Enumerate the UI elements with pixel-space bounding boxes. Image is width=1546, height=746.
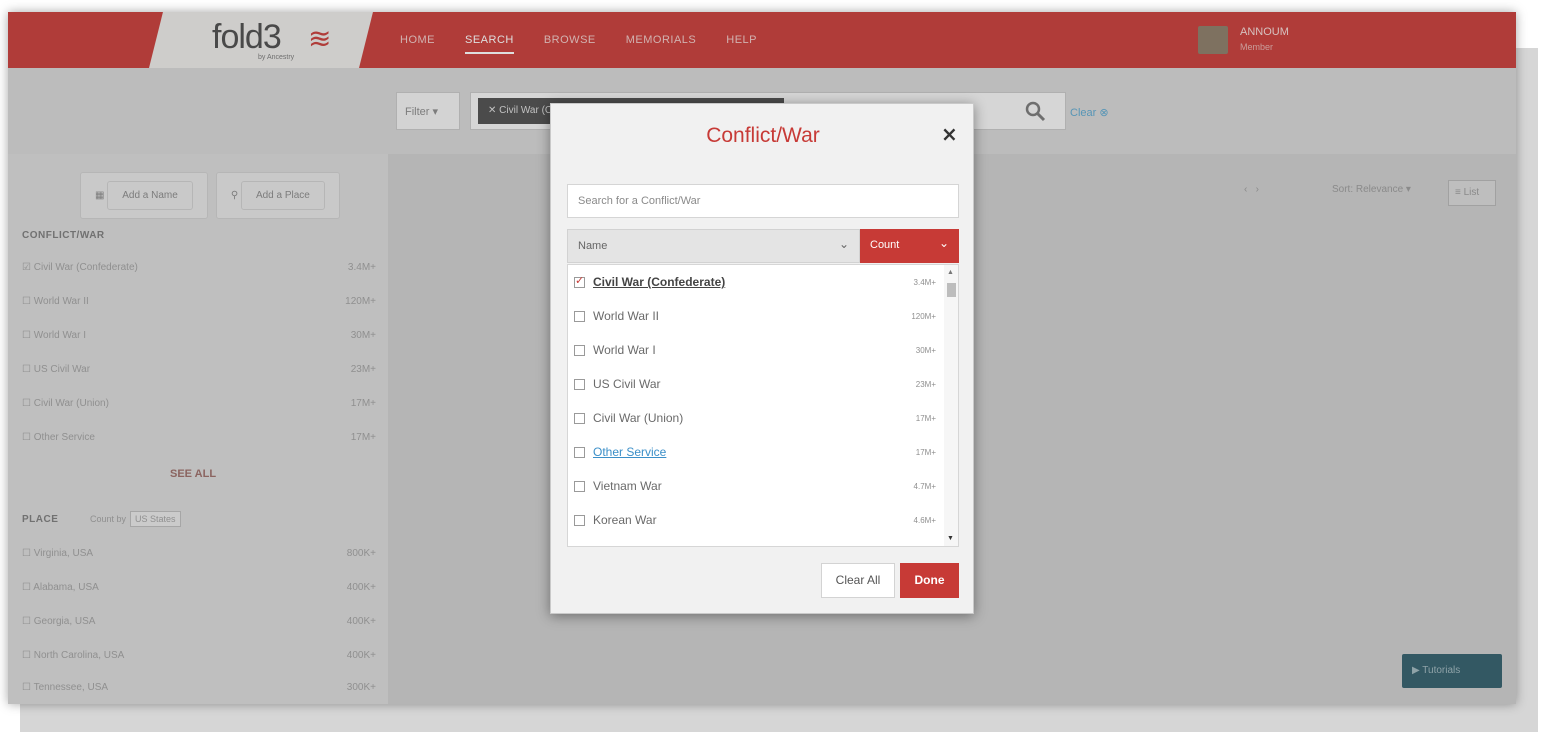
checkbox-checked[interactable] [574,274,585,288]
checkbox[interactable] [574,480,585,492]
scroll-up-icon[interactable]: ▲ [947,269,954,276]
done-button[interactable]: Done [900,563,959,598]
sort-by-count-button[interactable]: Count ⌄ [860,229,959,263]
clear-all-button[interactable]: Clear All [821,563,895,598]
list-item[interactable]: Civil War (Union) 17M+ [568,401,942,435]
list-item-count: 23M+ [915,379,936,389]
list-item-name: US Civil War [593,377,661,391]
list-item-count: 17M+ [915,447,936,457]
list-item[interactable]: US Civil War 23M+ [568,367,942,401]
list-item-name: Other Service [593,445,667,459]
list-item-count: 3.4M+ [913,277,936,287]
screenshot-frame-shadow [1516,48,1538,708]
list-item-name: Civil War (Union) [593,411,684,425]
conflict-war-modal: Conflict/War × Name ⌄ Count ⌄ Civil War … [550,103,974,614]
scroll-down-icon[interactable]: ▼ [947,535,954,542]
checkbox[interactable] [574,412,585,424]
list-item-count: 17M+ [915,413,936,423]
list-item-name: Civil War (Confederate) [593,275,726,289]
list-scrollbar[interactable] [944,265,958,546]
close-icon[interactable]: × [941,122,958,146]
chevron-down-icon: ⌄ [838,237,849,251]
list-item[interactable]: Vietnam War 4.7M+ [568,469,942,503]
list-item-name: Vietnam War [593,479,662,493]
list-item-count: 4.7M+ [913,481,936,491]
checkbox[interactable] [574,514,585,526]
sort-count-label: Count [870,239,900,251]
list-item[interactable]: Korean War 4.6M+ [568,503,942,537]
scrollbar-thumb[interactable] [947,283,956,297]
checkbox[interactable] [574,344,585,356]
sort-by-name-button[interactable]: Name ⌄ [567,229,860,263]
sort-name-label: Name [578,240,608,252]
screenshot-frame-shadow [20,704,1538,732]
chevron-down-icon: ⌄ [938,236,949,250]
list-item-name: Korean War [593,513,657,527]
modal-title: Conflict/War [706,124,820,147]
list-item[interactable]: Other Service 17M+ [568,435,942,469]
checkbox[interactable] [574,446,585,458]
list-item[interactable]: World War I 30M+ [568,333,942,367]
list-item-count: 30M+ [915,345,936,355]
checkbox[interactable] [574,378,585,390]
conflict-list: Civil War (Confederate) 3.4M+ World War … [567,264,959,547]
list-item[interactable]: Civil War (Confederate) 3.4M+ [568,265,942,299]
checkbox[interactable] [574,310,585,322]
list-item-count: 4.6M+ [913,515,936,525]
list-item[interactable]: World War II 120M+ [568,299,942,333]
list-item-count: 120M+ [911,311,936,321]
list-item-name: World War I [593,343,656,357]
list-item-name: World War II [593,309,660,323]
conflict-search-input[interactable] [567,184,959,218]
